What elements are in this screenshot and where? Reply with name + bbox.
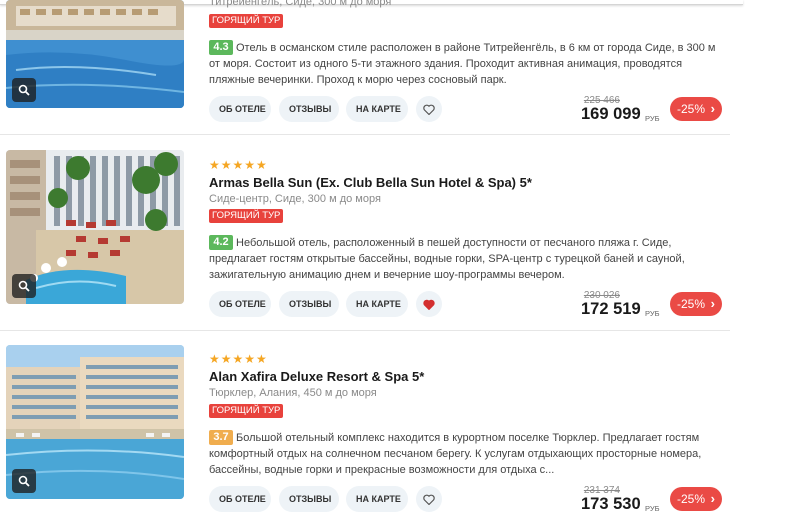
divider <box>0 134 730 135</box>
hotel-location: Тюрклер, Алания, 450 м до моря <box>209 387 377 399</box>
hot-tour-badge: ГОРЯЩИЙ ТУР <box>209 404 284 418</box>
chevron-right-icon: › <box>710 491 715 506</box>
hotel-description: Большой отельный комплекс находится в ку… <box>209 432 702 476</box>
price: 169 099 <box>581 105 641 123</box>
star-rating: ★★★★★ <box>209 352 268 366</box>
hotel-location: Титрейенгёль, Сиде, 300 м до моря <box>209 0 392 8</box>
heart-outline-icon <box>423 494 435 505</box>
zoom-icon[interactable] <box>12 469 36 493</box>
divider <box>0 330 730 331</box>
currency: РУБ <box>645 309 660 318</box>
hot-tour-badge: ГОРЯЩИЙ ТУР <box>209 209 284 223</box>
hotel-photo[interactable] <box>6 345 184 499</box>
hot-tour-badge: ГОРЯЩИЙ ТУР <box>209 14 284 28</box>
hotel-name[interactable]: Armas Bella Sun (Ex. Club Bella Sun Hote… <box>209 175 532 190</box>
chevron-right-icon: › <box>710 296 715 311</box>
discount-label: -25% <box>677 492 706 506</box>
star-rating: ★★★★★ <box>209 158 268 172</box>
about-hotel-button[interactable]: ОБ ОТЕЛЕ <box>209 96 271 122</box>
zoom-icon[interactable] <box>12 78 36 102</box>
hotel-location: Сиде-центр, Сиде, 300 м до моря <box>209 193 381 205</box>
zoom-icon[interactable] <box>12 274 36 298</box>
chevron-right-icon: › <box>710 101 715 116</box>
currency: РУБ <box>645 114 660 123</box>
hotel-photo[interactable] <box>6 150 184 304</box>
heart-outline-icon <box>423 104 435 115</box>
on-map-button[interactable]: НА КАРТЕ <box>346 96 408 122</box>
price: 173 530 <box>581 495 641 513</box>
discount-button[interactable]: -25% › <box>670 292 722 316</box>
on-map-button[interactable]: НА КАРТЕ <box>346 486 408 512</box>
favorite-button[interactable] <box>416 96 442 122</box>
about-hotel-button[interactable]: ОБ ОТЕЛЕ <box>209 486 271 512</box>
hotel-description: Небольшой отель, расположенный в пешей д… <box>209 237 685 281</box>
currency: РУБ <box>645 504 660 513</box>
on-map-button[interactable]: НА КАРТЕ <box>346 291 408 317</box>
discount-label: -25% <box>677 297 706 311</box>
price: 172 519 <box>581 300 641 318</box>
reviews-button[interactable]: ОТЗЫВЫ <box>279 486 339 512</box>
favorite-button[interactable] <box>416 291 442 317</box>
discount-label: -25% <box>677 102 706 116</box>
hotel-photo[interactable] <box>6 0 184 108</box>
reviews-button[interactable]: ОТЗЫВЫ <box>279 291 339 317</box>
favorite-button[interactable] <box>416 486 442 512</box>
discount-button[interactable]: -25% › <box>670 97 722 121</box>
about-hotel-button[interactable]: ОБ ОТЕЛЕ <box>209 291 271 317</box>
reviews-button[interactable]: ОТЗЫВЫ <box>279 96 339 122</box>
hotel-description: Отель в османском стиле расположен в рай… <box>209 42 716 86</box>
discount-button[interactable]: -25% › <box>670 487 722 511</box>
hotel-name[interactable]: Alan Xafira Deluxe Resort & Spa 5* <box>209 369 424 384</box>
heart-filled-icon <box>423 299 435 310</box>
